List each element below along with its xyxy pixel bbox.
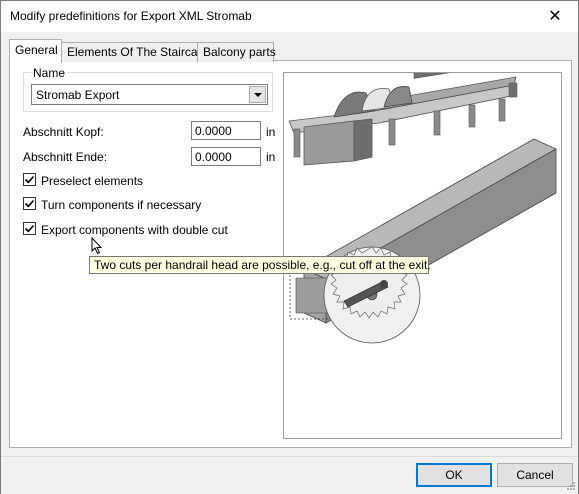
tab-balcony-parts[interactable]: Balcony parts [197, 42, 276, 62]
abschnitt-kopf-input[interactable]: 0.0000 [191, 121, 261, 140]
close-icon: ✕ [548, 8, 562, 25]
cancel-button[interactable]: Cancel [497, 463, 573, 487]
double-cut-label: Export components with double cut [41, 223, 228, 237]
turn-components-label: Turn components if necessary [41, 198, 202, 212]
chevron-down-icon [253, 92, 262, 97]
tab-general[interactable]: General [9, 39, 62, 63]
tab-elements-of-the-staircase[interactable]: Elements Of The Staircase [61, 42, 210, 62]
resize-grip-icon[interactable] [566, 481, 576, 491]
checkmark-icon [24, 175, 35, 184]
dropdown-button[interactable] [249, 86, 266, 103]
saw-machine-graphic [288, 55, 518, 166]
checkmark-icon [24, 199, 35, 208]
close-button[interactable]: ✕ [532, 1, 578, 31]
abschnitt-kopf-label: Abschnitt Kopf: [23, 125, 104, 139]
tab-panel [9, 60, 275, 448]
dialog-window: Modify predefinitions for Export XML Str… [0, 0, 579, 494]
abschnitt-ende-input[interactable]: 0.0000 [191, 147, 261, 166]
name-select-value: Stromab Export [36, 88, 120, 102]
window-title: Modify predefinitions for Export XML Str… [10, 9, 252, 23]
name-select[interactable]: Stromab Export [31, 84, 268, 105]
tooltip: Two cuts per handrail head are possible,… [89, 256, 431, 274]
name-group-label: Name [31, 66, 68, 80]
abschnitt-ende-unit: in [266, 150, 276, 164]
title-bar: Modify predefinitions for Export XML Str… [1, 1, 578, 32]
preselect-elements-label: Preselect elements [41, 174, 144, 188]
checkmark-icon [24, 224, 35, 233]
preselect-elements-checkbox[interactable] [23, 173, 36, 186]
turn-components-checkbox[interactable] [23, 197, 36, 210]
beam-saw-graphic [289, 138, 557, 344]
double-cut-checkbox[interactable] [23, 222, 36, 235]
abschnitt-kopf-unit: in [266, 125, 276, 139]
mouse-cursor-icon [91, 237, 103, 255]
abschnitt-ende-label: Abschnitt Ende: [23, 150, 108, 164]
ok-button[interactable]: OK [416, 463, 492, 487]
